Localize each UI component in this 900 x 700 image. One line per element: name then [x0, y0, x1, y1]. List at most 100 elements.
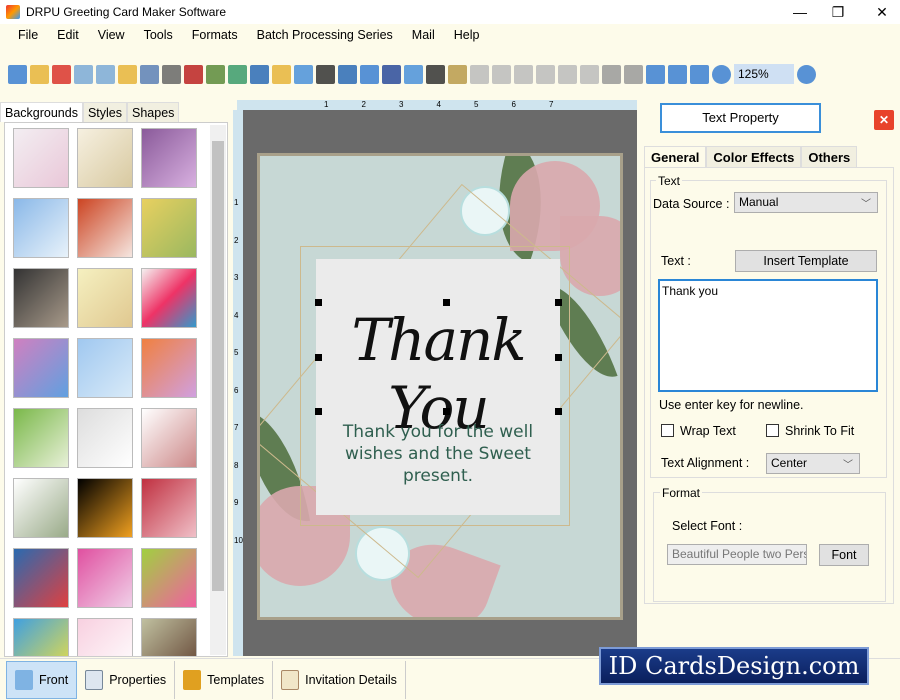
resize-handle[interactable]: [555, 299, 562, 306]
open-icon[interactable]: [30, 64, 49, 84]
background-thumbnail[interactable]: [13, 198, 69, 258]
tab-front[interactable]: Front: [6, 660, 78, 699]
text-alignment-select[interactable]: Center ﹀: [766, 453, 860, 474]
tab-color-effects[interactable]: Color Effects: [706, 146, 802, 168]
background-thumbnail[interactable]: [141, 128, 197, 188]
background-thumbnail[interactable]: [13, 268, 69, 328]
redo-icon[interactable]: [492, 64, 511, 84]
copy-icon[interactable]: [536, 64, 555, 84]
background-thumbnail[interactable]: [77, 548, 133, 608]
database-icon[interactable]: [448, 64, 467, 84]
resize-handle[interactable]: [443, 408, 450, 415]
text-icon[interactable]: [338, 64, 357, 84]
barcode-icon[interactable]: [316, 64, 335, 84]
background-thumbnail[interactable]: [141, 338, 197, 398]
paste-icon[interactable]: [558, 64, 577, 84]
copy-layers-icon[interactable]: [184, 64, 203, 84]
resize-handle[interactable]: [555, 354, 562, 361]
background-thumbnail[interactable]: [77, 408, 133, 468]
close-doc-icon[interactable]: [52, 64, 71, 84]
signature-icon[interactable]: [382, 64, 401, 84]
menu-view[interactable]: View: [98, 28, 125, 42]
grid-icon[interactable]: [646, 64, 665, 84]
gallery-scrollbar[interactable]: [210, 125, 226, 655]
resize-handle[interactable]: [315, 354, 322, 361]
tab-invitation-details[interactable]: Invitation Details: [273, 660, 406, 699]
background-thumbnail[interactable]: [141, 478, 197, 538]
menu-batch-processing[interactable]: Batch Processing Series: [257, 28, 393, 42]
zoom-in-icon[interactable]: [712, 64, 731, 84]
background-thumbnail[interactable]: [141, 618, 197, 656]
export-icon[interactable]: [118, 64, 137, 84]
save-icon[interactable]: [74, 64, 93, 84]
resize-handle[interactable]: [315, 408, 322, 415]
pen-icon[interactable]: [250, 64, 269, 84]
word-art-icon[interactable]: [360, 64, 379, 84]
print-icon[interactable]: [162, 64, 181, 84]
delete-icon[interactable]: [580, 64, 599, 84]
background-thumbnail[interactable]: [77, 268, 133, 328]
background-thumbnail[interactable]: [13, 338, 69, 398]
menu-help[interactable]: Help: [454, 28, 480, 42]
menu-edit[interactable]: Edit: [57, 28, 79, 42]
resize-handle[interactable]: [443, 299, 450, 306]
tab-templates[interactable]: Templates: [175, 660, 274, 699]
tab-shapes[interactable]: Shapes: [127, 102, 180, 122]
menu-formats[interactable]: Formats: [192, 28, 238, 42]
greeting-card[interactable]: Thank You Thank you for the well wishes …: [257, 153, 623, 620]
background-thumbnail[interactable]: [77, 198, 133, 258]
zoom-select[interactable]: 125%: [734, 64, 794, 84]
background-thumbnail[interactable]: [13, 618, 69, 656]
background-thumbnail[interactable]: [141, 198, 197, 258]
menu-mail[interactable]: Mail: [412, 28, 435, 42]
tab-backgrounds[interactable]: Backgrounds: [0, 102, 83, 122]
tab-others[interactable]: Others: [801, 146, 858, 168]
maximize-button[interactable]: ❐: [818, 0, 858, 24]
image-icon[interactable]: [228, 64, 247, 84]
insert-template-button[interactable]: Insert Template: [735, 250, 877, 272]
tab-styles[interactable]: Styles: [82, 102, 128, 122]
background-thumbnail[interactable]: [141, 408, 197, 468]
wrap-text-checkbox[interactable]: [661, 424, 674, 437]
bring-front-icon[interactable]: [602, 64, 621, 84]
card-message-text[interactable]: Thank you for the well wishes and the Sw…: [320, 421, 556, 487]
font-button[interactable]: Font: [819, 544, 869, 566]
background-thumbnail[interactable]: [13, 478, 69, 538]
background-thumbnail[interactable]: [77, 618, 133, 656]
background-thumbnail[interactable]: [13, 548, 69, 608]
tab-general[interactable]: General: [644, 146, 707, 168]
shapes-icon[interactable]: [272, 64, 291, 84]
actual-size-icon[interactable]: [668, 64, 687, 84]
close-panel-button[interactable]: ✕: [874, 110, 894, 130]
background-thumbnail[interactable]: [141, 548, 197, 608]
menu-file[interactable]: File: [18, 28, 38, 42]
background-thumbnail[interactable]: [13, 408, 69, 468]
background-thumbnail[interactable]: [77, 128, 133, 188]
new-icon[interactable]: [8, 64, 27, 84]
undo-icon[interactable]: [470, 64, 489, 84]
send-back-icon[interactable]: [624, 64, 643, 84]
background-thumbnail[interactable]: [141, 268, 197, 328]
email-icon[interactable]: [404, 64, 423, 84]
text-input[interactable]: [658, 279, 878, 392]
tab-properties[interactable]: Properties: [77, 660, 176, 699]
zoom-out-icon[interactable]: [797, 64, 816, 84]
resize-handle[interactable]: [555, 408, 562, 415]
close-button[interactable]: ✕: [862, 0, 900, 24]
shrink-to-fit-checkbox[interactable]: [766, 424, 779, 437]
background-icon[interactable]: [206, 64, 225, 84]
data-source-select[interactable]: Manual ﹀: [734, 192, 878, 213]
menu-tools[interactable]: Tools: [144, 28, 173, 42]
save-as-icon[interactable]: [96, 64, 115, 84]
background-thumbnail[interactable]: [77, 478, 133, 538]
background-thumbnail[interactable]: [77, 338, 133, 398]
cut-icon[interactable]: [514, 64, 533, 84]
background-thumbnail[interactable]: [13, 128, 69, 188]
scrollbar-thumb[interactable]: [212, 141, 224, 591]
print-preview-icon[interactable]: [140, 64, 159, 84]
fit-icon[interactable]: [690, 64, 709, 84]
resize-handle[interactable]: [315, 299, 322, 306]
line-icon[interactable]: [426, 64, 445, 84]
watermark-icon[interactable]: [294, 64, 313, 84]
minimize-button[interactable]: —: [780, 0, 820, 24]
